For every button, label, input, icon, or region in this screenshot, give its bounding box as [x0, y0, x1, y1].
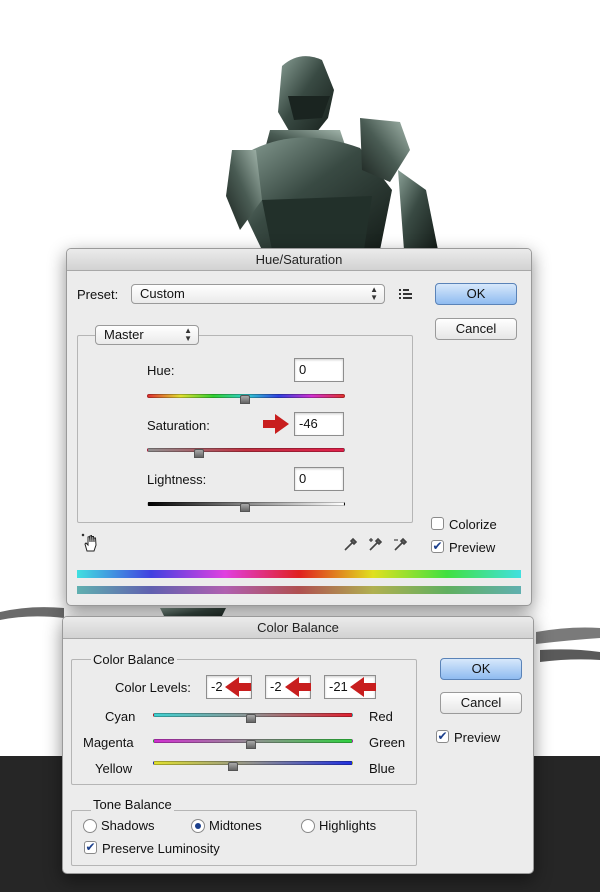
- eyedropper-plus-icon[interactable]: [368, 536, 384, 552]
- list-menu-icon[interactable]: [399, 288, 413, 300]
- shadows-label: Shadows: [101, 818, 155, 833]
- color-balance-dialog: Color Balance Color Balance Color Levels…: [62, 616, 534, 874]
- midtones-label: Midtones: [209, 818, 262, 833]
- lightness-input[interactable]: 0: [294, 467, 344, 491]
- tone-balance-group-label: Tone Balance: [91, 797, 174, 812]
- cancel-button[interactable]: Cancel: [440, 692, 522, 714]
- magenta-green-slider-thumb[interactable]: [246, 740, 256, 749]
- eyedropper-icon[interactable]: [343, 536, 359, 552]
- green-label: Green: [369, 735, 406, 750]
- saturation-slider-track[interactable]: [147, 448, 345, 452]
- colorize-label: Colorize: [449, 517, 497, 532]
- yellow-blue-slider-thumb[interactable]: [228, 762, 238, 771]
- yellow-label: Yellow: [95, 761, 133, 776]
- adjustment-group: [77, 335, 413, 523]
- preserve-luminosity-label: Preserve Luminosity: [102, 841, 220, 856]
- color-balance-group-label: Color Balance: [91, 652, 177, 667]
- hue-label: Hue:: [147, 363, 175, 378]
- preset-label: Preset:: [77, 287, 119, 302]
- eyedropper-minus-icon[interactable]: [393, 536, 409, 552]
- preview-label: Preview: [454, 730, 501, 745]
- highlights-radio[interactable]: [301, 819, 315, 833]
- saturation-slider-thumb[interactable]: [194, 449, 204, 458]
- highlights-label: Highlights: [319, 818, 377, 833]
- midtones-radio[interactable]: [191, 819, 205, 833]
- yellow-blue-slider-track[interactable]: [153, 761, 353, 765]
- saturation-input[interactable]: -46: [294, 412, 344, 436]
- hue-input[interactable]: 0: [294, 358, 344, 382]
- ok-button[interactable]: OK: [440, 658, 522, 680]
- colorize-checkbox[interactable]: [431, 517, 444, 530]
- saturation-label: Saturation:: [147, 418, 210, 433]
- dialog-title: Hue/Saturation: [67, 249, 531, 271]
- select-arrows-icon: ▲ ▼: [184, 326, 192, 343]
- red-arrow-icon: [225, 677, 251, 697]
- lightness-label: Lightness:: [147, 472, 207, 487]
- preview-checkbox[interactable]: ✔: [436, 730, 449, 743]
- channel-select[interactable]: Master ▲ ▼: [95, 325, 199, 345]
- preview-checkbox[interactable]: ✔: [431, 540, 444, 553]
- red-arrow-icon: [263, 414, 289, 434]
- ok-button[interactable]: OK: [435, 283, 517, 305]
- preset-select[interactable]: Custom ▲ ▼: [131, 284, 385, 304]
- red-label: Red: [369, 709, 393, 724]
- preset-value: Custom: [140, 286, 185, 301]
- magenta-label: Magenta: [83, 735, 134, 750]
- hue-saturation-dialog: Hue/Saturation Preset: Custom ▲ ▼ OK Canc…: [66, 248, 532, 606]
- select-arrows-icon: ▲ ▼: [370, 285, 378, 302]
- cancel-button[interactable]: Cancel: [435, 318, 517, 340]
- output-spectrum-bar: [77, 586, 521, 594]
- input-spectrum-bar: [77, 570, 521, 578]
- preview-label: Preview: [449, 540, 496, 555]
- lightness-slider-thumb[interactable]: [240, 503, 250, 512]
- red-arrow-icon: [350, 677, 376, 697]
- targeted-adjustment-hand-icon[interactable]: [81, 533, 101, 553]
- shadows-radio[interactable]: [83, 819, 97, 833]
- red-arrow-icon: [285, 677, 311, 697]
- cyan-label: Cyan: [105, 709, 136, 724]
- hue-slider-thumb[interactable]: [240, 395, 250, 404]
- color-levels-label: Color Levels:: [115, 680, 191, 695]
- channel-value: Master: [104, 327, 144, 342]
- preserve-luminosity-checkbox[interactable]: ✔: [84, 841, 97, 854]
- cyan-red-slider-thumb[interactable]: [246, 714, 256, 723]
- blue-label: Blue: [369, 761, 396, 776]
- dialog-title: Color Balance: [63, 617, 533, 639]
